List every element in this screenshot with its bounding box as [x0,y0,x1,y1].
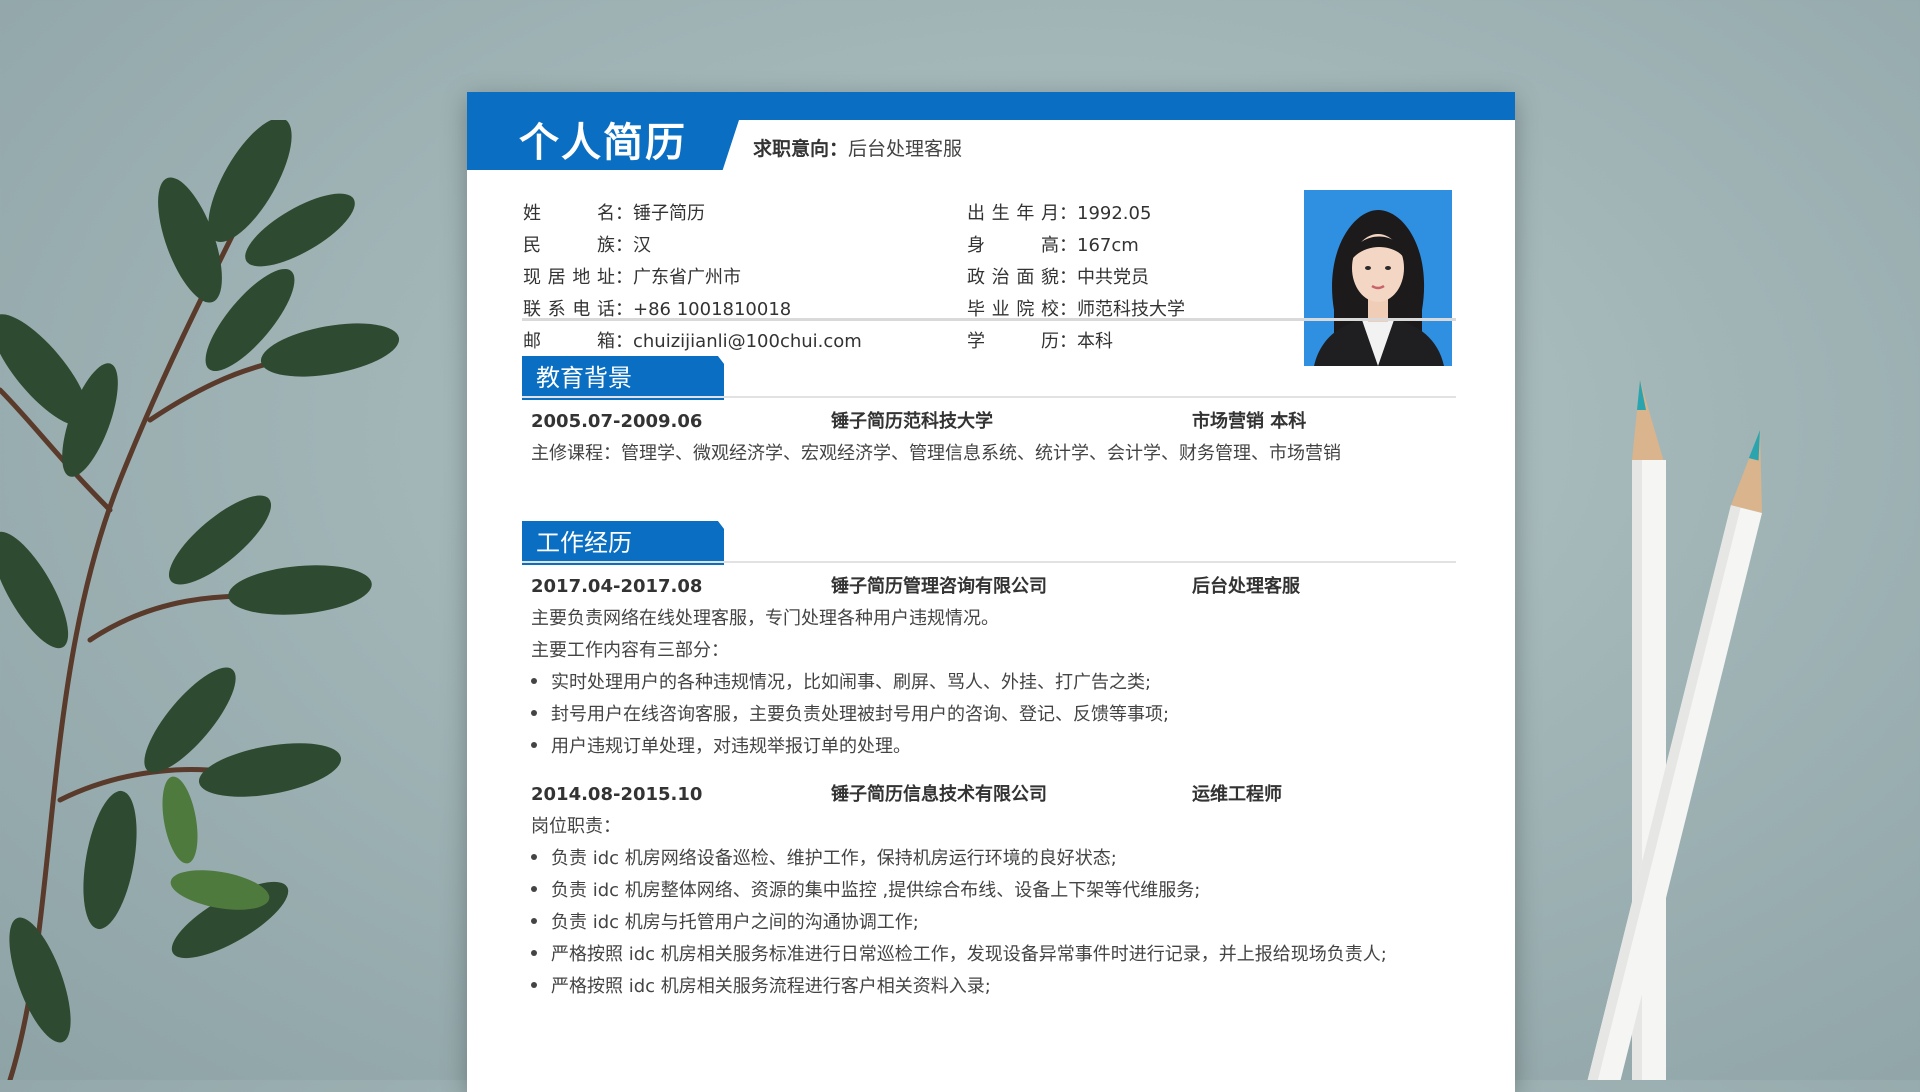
bullet-text: 封号用户在线咨询客服，主要负责处理被封号用户的咨询、登记、反馈等事项; [551,704,1170,725]
info-sep: ： [615,331,633,352]
info-label: 民族 [523,235,615,256]
info-label: 邮箱 [523,331,615,352]
job-role: 后台处理客服 [1192,576,1300,597]
job-bullet: 严格按照 idc 机房相关服务流程进行客户相关资料入录; [531,975,991,999]
info-value: +86 1001810018 [633,299,792,320]
info-value: 中共党员 [1077,267,1149,288]
info-row: 政治面貌：中共党员 [967,262,1185,294]
info-row: 邮箱：chuizijianli@100chui.com [523,326,862,358]
job-line: 主要负责网络在线处理客服，专门处理各种用户违规情况。 [531,608,999,629]
job-period: 2014.08-2015.10 [531,784,703,805]
edu-major: 市场营销 本科 [1192,411,1307,432]
info-row: 姓名：锤子简历 [523,198,862,230]
info-label: 现居地址 [523,267,615,288]
info-value: 本科 [1077,331,1113,352]
info-row: 学历：本科 [967,326,1185,358]
info-value: 师范科技大学 [1077,299,1185,320]
edu-courses: 主修课程：管理学、微观经济学、宏观经济学、管理信息系统、统计学、会计学、财务管理… [531,443,1341,464]
divider [522,318,1456,321]
info-label: 联系电话 [523,299,615,320]
job-company: 锤子简历管理咨询有限公司 [831,576,1047,597]
info-value: 广东省广州市 [633,267,741,288]
info-row: 联系电话：+86 1001810018 [523,294,862,326]
job-period: 2017.04-2017.08 [531,576,703,597]
edu-period: 2005.07-2009.06 [531,411,703,432]
resume-page: 个人简历 求职意向：后台处理客服 姓名：锤子简历 民族：汉 现居地址：广东省广州… [467,92,1515,1092]
info-sep: ： [615,235,633,256]
info-row: 毕业院校：师范科技大学 [967,294,1185,326]
pencils-decoration [1580,380,1762,1080]
info-sep: ： [1059,331,1077,352]
bullet-dot [531,678,537,684]
info-row: 民族：汉 [523,230,862,262]
info-value: 1992.05 [1077,203,1152,224]
job-bullet: 实时处理用户的各种违规情况，比如闹事、刷屏、骂人、外挂、打广告之类; [531,671,1151,695]
info-label: 毕业院校 [967,299,1059,320]
job-bullet: 负责 idc 机房整体网络、资源的集中监控 ,提供综合布线、设备上下架等代维服务… [531,879,1200,903]
job-bullet: 封号用户在线咨询客服，主要负责处理被封号用户的咨询、登记、反馈等事项; [531,703,1169,727]
info-row: 现居地址：广东省广州市 [523,262,862,294]
divider [522,561,1456,563]
divider [522,396,1456,398]
plant-decoration [0,120,400,1080]
info-value: 汉 [633,235,651,256]
section-title-work: 工作经历 [536,529,632,557]
job-intent-label: 求职意向： [753,138,849,160]
info-label: 姓名 [523,203,615,224]
job-company: 锤子简历信息技术有限公司 [831,784,1047,805]
info-label: 身高 [967,235,1059,256]
info-value: 167cm [1077,235,1139,256]
info-right: 出生年月：1992.05 身高：167cm 政治面貌：中共党员 毕业院校：师范科… [967,198,1185,358]
bullet-text: 严格按照 idc 机房相关服务流程进行客户相关资料入录; [551,976,991,997]
bullet-dot [531,710,537,716]
bullet-text: 用户违规订单处理，对违规举报订单的处理。 [551,736,911,757]
bullet-text: 实时处理用户的各种违规情况，比如闹事、刷屏、骂人、外挂、打广告之类; [551,672,1152,693]
info-sep: ： [615,203,633,224]
bullet-text: 负责 idc 机房网络设备巡检、维护工作，保持机房运行环境的良好状态; [551,848,1117,869]
job-bullet: 严格按照 idc 机房相关服务标准进行日常巡检工作，发现设备异常事件时进行记录，… [531,943,1387,967]
bullet-text: 负责 idc 机房整体网络、资源的集中监控 ,提供综合布线、设备上下架等代维服务… [551,880,1201,901]
info-value: 锤子简历 [633,203,705,224]
bullet-dot [531,854,537,860]
job-intent: 求职意向：后台处理客服 [753,134,962,161]
job-role: 运维工程师 [1192,784,1282,805]
edu-school: 锤子简历范科技大学 [831,411,993,432]
info-sep: ： [1059,235,1077,256]
bullet-dot [531,918,537,924]
bullet-dot [531,982,537,988]
info-sep: ： [1059,267,1077,288]
job-bullet: 负责 idc 机房网络设备巡检、维护工作，保持机房运行环境的良好状态; [531,847,1117,871]
info-sep: ： [1059,203,1077,224]
info-row: 出生年月：1992.05 [967,198,1185,230]
bullet-dot [531,950,537,956]
info-sep: ： [615,299,633,320]
resume-title: 个人简历 [519,120,687,166]
info-label: 出生年月 [967,203,1059,224]
job-bullet: 用户违规订单处理，对违规举报订单的处理。 [531,735,911,759]
job-line: 主要工作内容有三部分： [531,640,729,661]
bullet-dot [531,886,537,892]
bullet-dot [531,742,537,748]
info-sep: ： [1059,299,1077,320]
bullet-text: 严格按照 idc 机房相关服务标准进行日常巡检工作，发现设备异常事件时进行记录，… [551,944,1387,965]
info-sep: ： [615,267,633,288]
info-value: chuizijianli@100chui.com [633,331,862,352]
job-bullet: 负责 idc 机房与托管用户之间的沟通协调工作; [531,911,919,935]
section-title-education: 教育背景 [536,364,632,392]
job-intent-value: 后台处理客服 [848,138,963,160]
info-label: 政治面貌 [967,267,1059,288]
bullet-text: 负责 idc 机房与托管用户之间的沟通协调工作; [551,912,919,933]
profile-photo [1304,190,1452,366]
job-line: 岗位职责： [531,816,621,837]
info-left: 姓名：锤子简历 民族：汉 现居地址：广东省广州市 联系电话：+86 100181… [523,198,862,358]
info-row: 身高：167cm [967,230,1185,262]
info-label: 学历 [967,331,1059,352]
